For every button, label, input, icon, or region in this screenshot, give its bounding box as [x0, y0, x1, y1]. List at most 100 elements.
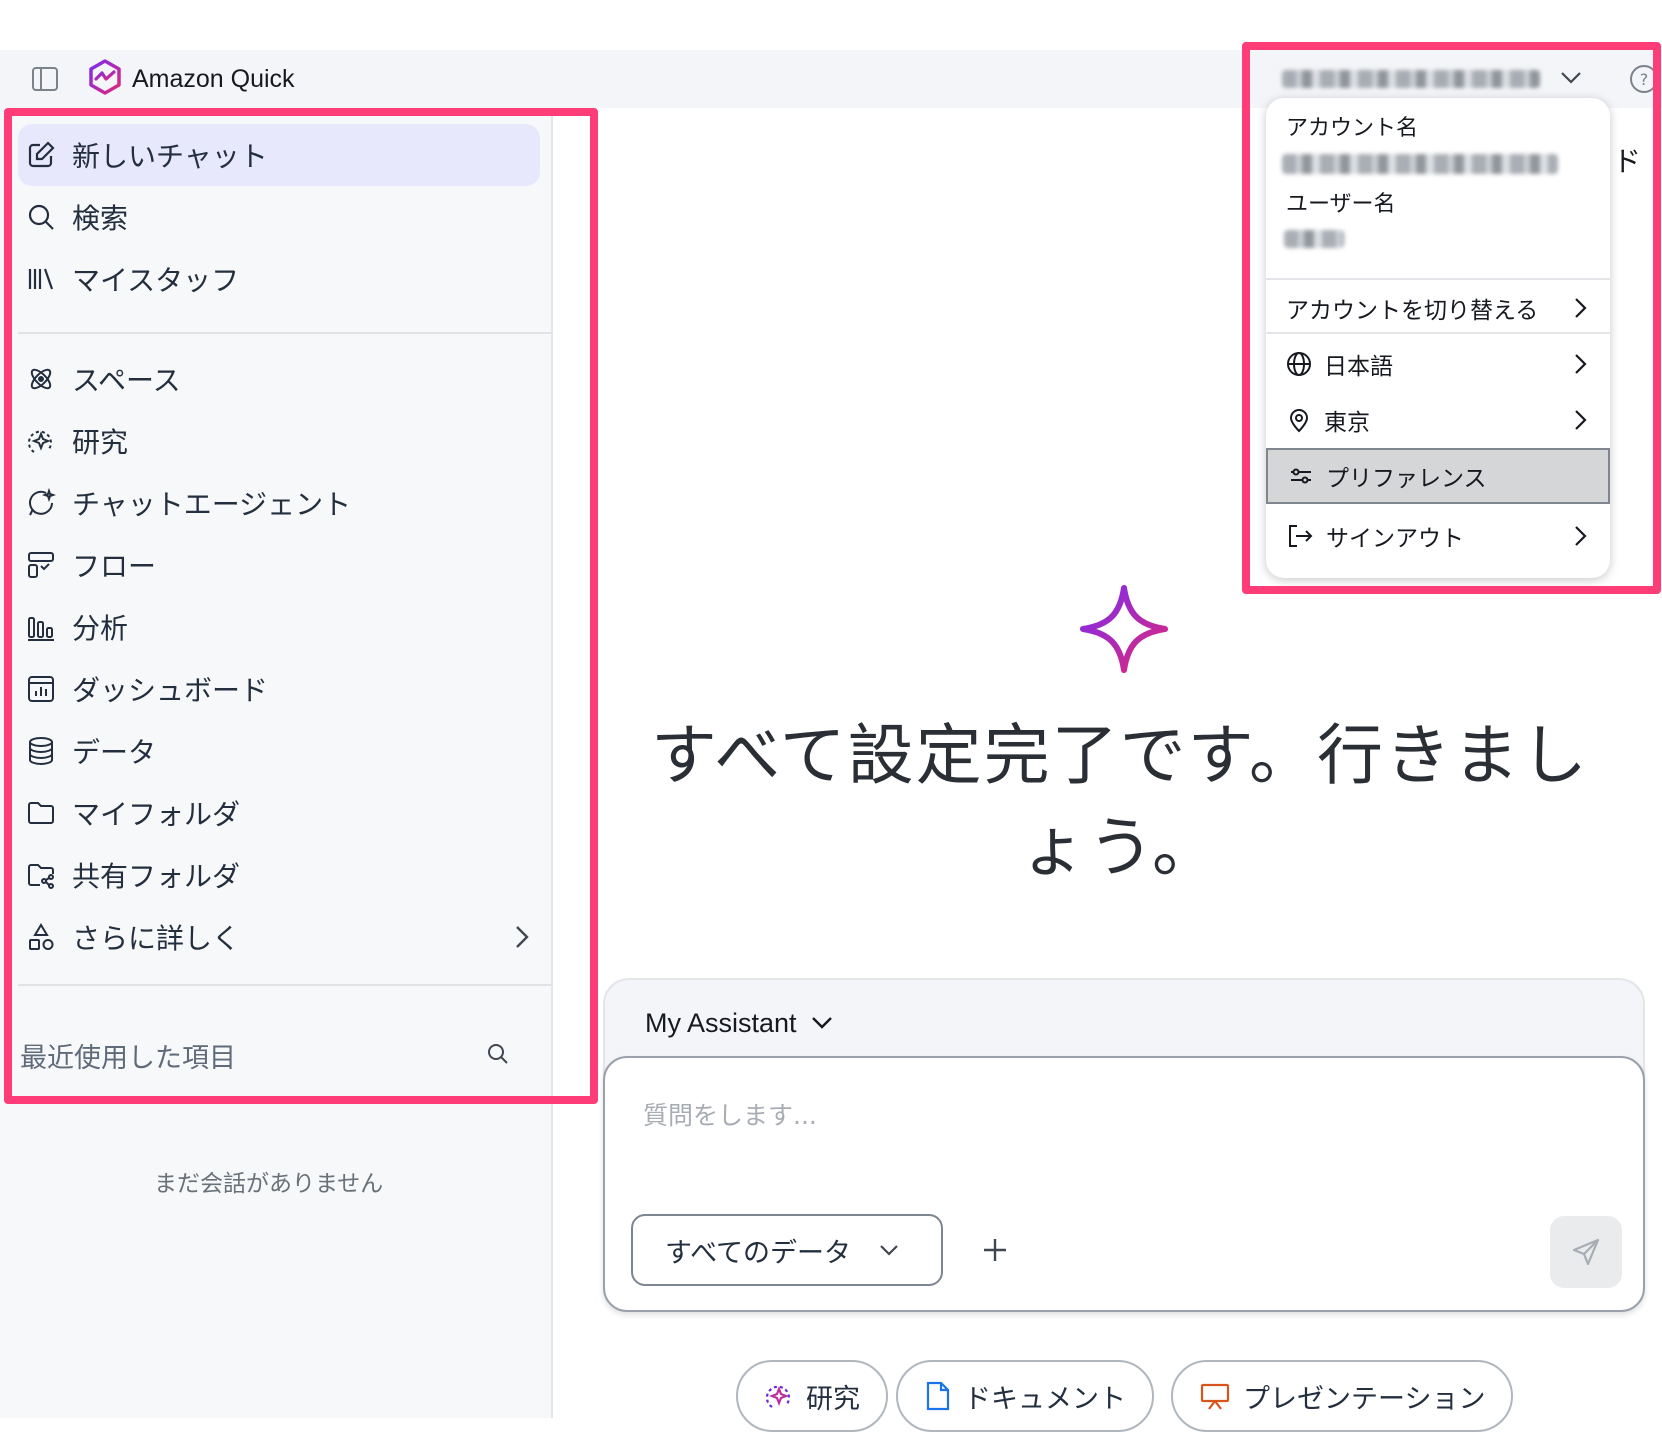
sidebar-item-flows[interactable]: フロー: [18, 534, 540, 596]
sidebar-item-label: フロー: [72, 550, 157, 583]
dashboard-icon: [28, 676, 54, 702]
sidebar-item-dashboards[interactable]: ダッシュボード: [18, 658, 540, 720]
shared-folder-icon: [28, 864, 54, 889]
sidebar-item-shared-folder[interactable]: 共有フォルダ: [18, 844, 540, 906]
sidebar: 新しいチャット 検索 マイスタッフ スペース 研究 チャットエージェント フロー…: [0, 108, 553, 1418]
chip-label: プレゼンテーション: [1243, 1383, 1486, 1415]
account-menu-trigger[interactable]: [1282, 62, 1582, 96]
send-button[interactable]: [1550, 1216, 1622, 1288]
account-name-redacted: [1282, 70, 1540, 88]
menu-divider: [1266, 332, 1610, 334]
sidebar-item-label: 研究: [72, 426, 129, 459]
hidden-header-text: ド: [1613, 145, 1642, 178]
sidebar-item-spaces[interactable]: スペース: [18, 348, 540, 410]
chevron-right-icon: [516, 926, 529, 948]
menu-item-label: 東京: [1324, 410, 1370, 436]
sidebar-item-chat-agents[interactable]: チャットエージェント: [18, 472, 540, 534]
account-dropdown-menu: アカウント名 ユーザー名 アカウントを切り替える 日本語 東京 プリファレンス …: [1266, 98, 1610, 578]
spaces-icon: [30, 368, 52, 390]
sidebar-item-label: 検索: [72, 202, 129, 235]
region-menu-item[interactable]: 東京: [1266, 392, 1610, 448]
sidebar-item-label: マイフォルダ: [72, 798, 241, 831]
flow-icon: [28, 552, 54, 578]
bar-chart-icon: [28, 617, 54, 641]
chip-research[interactable]: 研究: [736, 1360, 888, 1432]
sidebar-item-analysis[interactable]: 分析: [18, 596, 540, 658]
sidebar-item-label: ダッシュボード: [72, 674, 269, 707]
sidebar-divider: [18, 984, 553, 986]
chevron-down-icon: [1560, 70, 1582, 89]
sidebar-item-label: 新しいチャット: [72, 140, 268, 173]
sidebar-item-label: 共有フォルダ: [72, 860, 241, 893]
user-name-label: ユーザー名: [1286, 192, 1396, 217]
assistant-label: My Assistant: [645, 1007, 797, 1038]
sidebar-item-label: スペース: [72, 364, 181, 397]
hero-heading: すべて設定完了です。行きましょう。: [650, 717, 1590, 886]
document-icon: [926, 1381, 950, 1411]
library-icon: [28, 268, 54, 290]
app-title: Amazon Quick: [132, 64, 295, 93]
send-icon: [1572, 1238, 1600, 1266]
sign-out-menu-item[interactable]: サインアウト: [1266, 508, 1610, 564]
location-pin-icon: [1289, 409, 1309, 433]
database-icon: [29, 737, 53, 766]
add-attachment-button[interactable]: [971, 1226, 1019, 1274]
switch-account-menu-item[interactable]: アカウントを切り替える: [1266, 280, 1610, 336]
sidebar-item-search[interactable]: 検索: [18, 186, 540, 248]
sidebar-item-my-folder[interactable]: マイフォルダ: [18, 782, 540, 844]
chevron-right-icon: [1575, 410, 1587, 430]
svg-text:?: ?: [1640, 70, 1649, 89]
help-icon[interactable]: ?: [1627, 62, 1661, 96]
research-sparkle-icon: [765, 1385, 790, 1408]
sidebar-divider: [18, 332, 553, 334]
data-scope-selector[interactable]: すべてのデータ: [631, 1214, 943, 1286]
brand[interactable]: Amazon Quick: [88, 58, 295, 100]
sidebar-item-learn-more[interactable]: さらに詳しく: [18, 906, 540, 968]
sidebar-toggle-icon[interactable]: [28, 62, 62, 96]
chat-input-box[interactable]: 質問をします... すべてのデータ: [603, 1056, 1645, 1312]
chip-label: ドキュメント: [964, 1383, 1126, 1415]
data-scope-label: すべてのデータ: [665, 1237, 852, 1269]
chip-presentation[interactable]: プレゼンテーション: [1171, 1360, 1514, 1432]
chevron-right-icon: [1575, 298, 1587, 318]
sign-out-icon: [1289, 525, 1313, 547]
chat-agent-icon: [29, 488, 56, 516]
shapes-icon: [29, 923, 54, 950]
sidebar-item-research[interactable]: 研究: [18, 410, 540, 472]
assistant-selector[interactable]: My Assistant: [645, 1000, 833, 1046]
chevron-down-icon: [880, 1245, 898, 1256]
chat-input-placeholder[interactable]: 質問をします...: [643, 1096, 817, 1132]
quick-logo-icon: [88, 59, 122, 99]
account-name-label: アカウント名: [1286, 116, 1419, 141]
preferences-menu-item[interactable]: プリファレンス: [1266, 448, 1610, 504]
account-name-value-redacted: [1282, 154, 1558, 174]
chevron-down-icon: [811, 1017, 832, 1029]
chevron-right-icon: [1575, 526, 1587, 546]
chip-document[interactable]: ドキュメント: [896, 1360, 1154, 1432]
sparkle-icon: [1077, 582, 1171, 680]
menu-item-label: サインアウト: [1326, 526, 1464, 552]
sidebar-item-new-chat[interactable]: 新しいチャット: [18, 124, 540, 186]
sidebar-item-label: チャットエージェント: [72, 488, 352, 521]
recent-items-label: 最近使用した項目: [20, 1043, 236, 1074]
sidebar-item-data[interactable]: データ: [18, 720, 540, 782]
menu-item-label: アカウントを切り替える: [1286, 298, 1539, 324]
research-icon: [27, 430, 52, 453]
empty-conversations-text: まだ会話がありません: [154, 1171, 384, 1197]
recent-search-icon[interactable]: [486, 1042, 510, 1070]
chevron-right-icon: [1575, 354, 1587, 374]
menu-item-label: 日本語: [1324, 354, 1393, 380]
chip-label: 研究: [806, 1383, 860, 1415]
sliders-icon: [1291, 468, 1311, 484]
globe-icon: [1287, 352, 1311, 376]
sidebar-item-my-stuff[interactable]: マイスタッフ: [18, 248, 540, 310]
search-icon: [28, 204, 54, 230]
sidebar-item-label: さらに詳しく: [72, 922, 241, 955]
sidebar-item-label: マイスタッフ: [72, 264, 240, 297]
language-menu-item[interactable]: 日本語: [1266, 336, 1610, 392]
sidebar-item-label: データ: [72, 736, 157, 769]
presentation-icon: [1200, 1383, 1230, 1410]
sidebar-item-label: 分析: [72, 612, 129, 645]
menu-item-label: プリファレンス: [1326, 466, 1487, 492]
edit-icon: [28, 141, 55, 168]
